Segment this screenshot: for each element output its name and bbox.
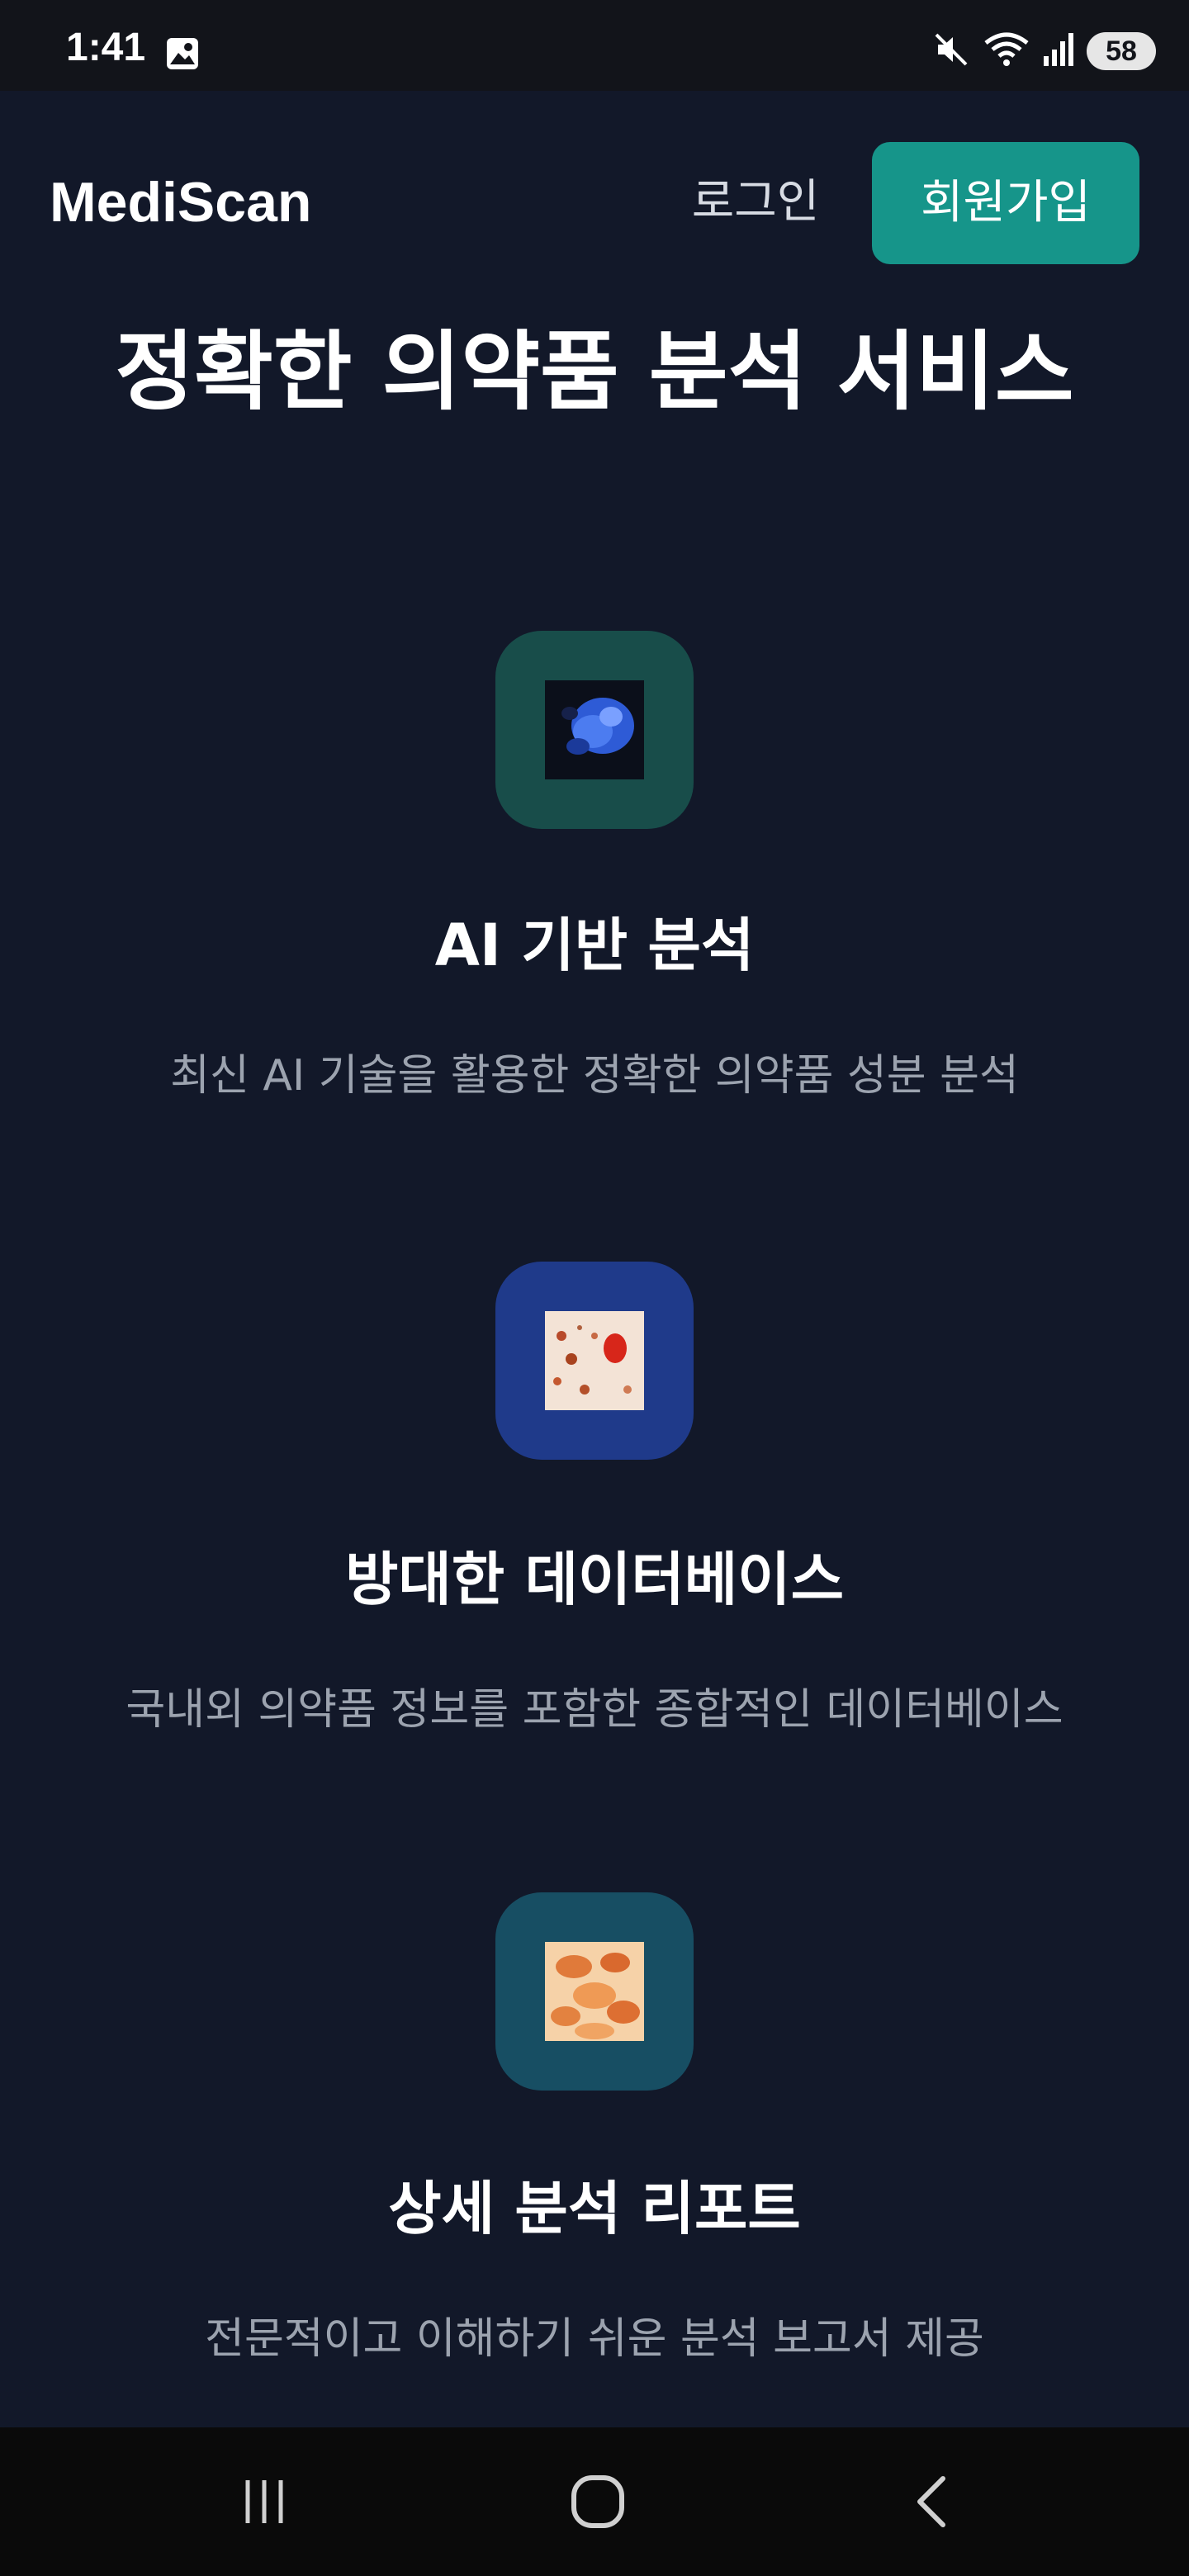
page-title: 정확한 의약품 분석 서비스	[115, 321, 1074, 422]
status-bar: 1:41 58	[0, 0, 1189, 91]
wifi-icon	[983, 30, 1030, 73]
feature-icon-ai	[495, 631, 694, 829]
status-time: 1:41	[66, 26, 146, 69]
database-image	[545, 1311, 644, 1410]
battery-icon: 58	[1087, 32, 1156, 70]
feature-description: 국내외 의약품 정보를 포함한 종합적인 데이터베이스	[126, 1685, 1063, 1735]
signup-button[interactable]: 회원가입	[872, 142, 1139, 264]
image-icon	[165, 36, 200, 74]
recent-apps-icon[interactable]	[182, 2427, 347, 2576]
home-icon[interactable]	[515, 2427, 680, 2576]
battery-level: 58	[1106, 35, 1137, 67]
feature-title: 방대한 데이터베이스	[345, 1546, 844, 1613]
app-screen: 1:41 58 MediScan 로그인 회원가입 정확한 의약품 분석 서비스…	[0, 0, 1189, 2576]
feature-description: 최신 AI 기술을 활용한 정확한 의약품 성분 분석	[170, 1051, 1019, 1101]
back-icon[interactable]	[849, 2427, 1014, 2576]
ai-analysis-image	[545, 680, 644, 779]
login-link[interactable]: 로그인	[685, 165, 826, 239]
signal-icon	[1042, 30, 1075, 73]
logo[interactable]: MediScan	[50, 165, 311, 239]
feature-icon-report	[495, 1892, 694, 2091]
feature-title: AI 기반 분석	[434, 912, 755, 979]
mute-icon	[931, 30, 971, 73]
report-image	[545, 1942, 644, 2041]
feature-title: 상세 분석 리포트	[388, 2175, 801, 2242]
system-nav-bar	[0, 2427, 1189, 2576]
feature-description: 전문적이고 이해하기 쉬운 분석 보고서 제공	[205, 2314, 984, 2364]
feature-icon-database	[495, 1262, 694, 1460]
